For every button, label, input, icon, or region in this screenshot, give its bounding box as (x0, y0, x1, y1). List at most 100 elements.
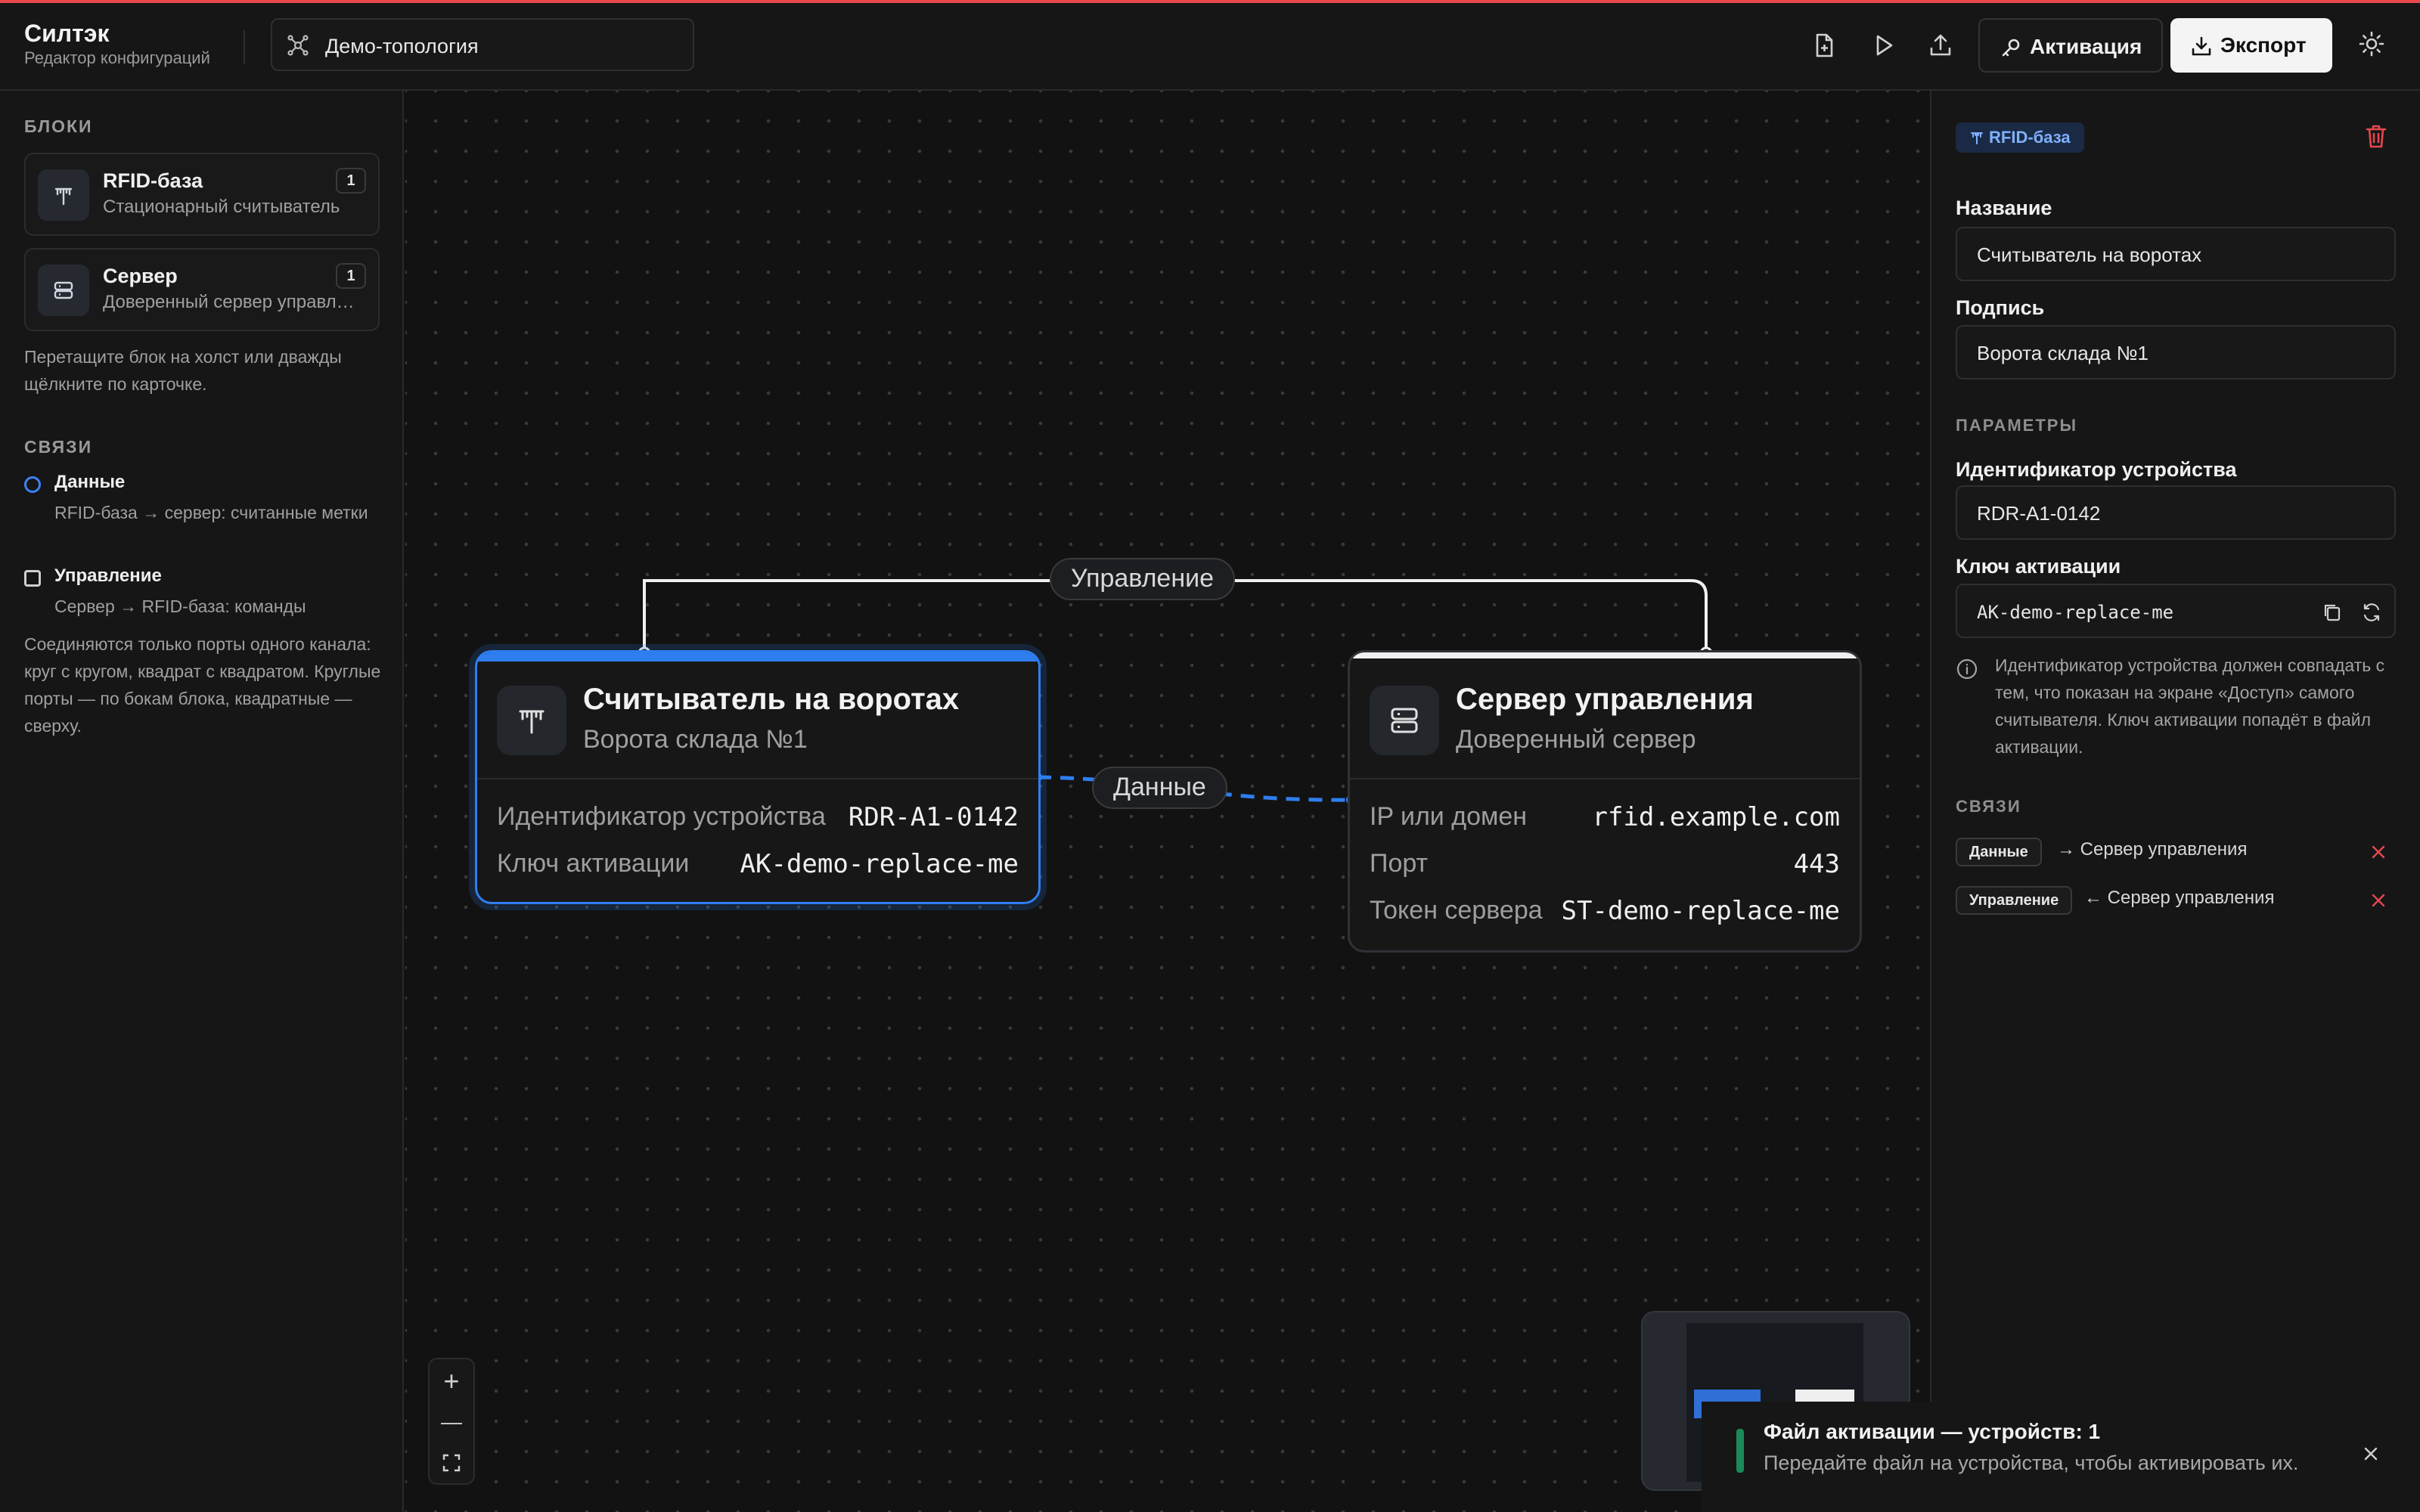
copy-icon[interactable] (2320, 600, 2344, 624)
links-hint: Соединяются только порты одного канала: … (24, 634, 381, 736)
link-type-name: Данные (54, 472, 126, 492)
play-icon[interactable] (1868, 30, 1898, 60)
node-type-label: RFID-база (1989, 128, 2071, 147)
node-field-row: Токен сервера ST-demo-replace-me (1370, 896, 1840, 934)
toast-status-bar (1736, 1429, 1744, 1473)
node-field-value: AK-demo-replace-me (740, 849, 1019, 879)
device-id-label: Идентификатор устройства (1956, 458, 2237, 481)
block-count-badge: 1 (336, 263, 366, 289)
app-header: Силтэк Редактор конфигураций Демо-тополо… (0, 3, 2420, 91)
node-field-row: Порт 443 (1370, 849, 1840, 887)
new-file-icon[interactable] (1809, 30, 1839, 60)
circle-port-icon (24, 476, 41, 493)
block-card-desc: Стационарный считыватель (103, 197, 340, 217)
info-text: Идентификатор устройства должен совпадат… (1995, 655, 2385, 757)
node-field-key: IP или домен (1370, 802, 1528, 831)
topology-icon (287, 35, 309, 56)
block-card-rfid[interactable]: RFID-база Стационарный считыватель 1 (24, 153, 380, 236)
block-count-badge: 1 (336, 168, 366, 194)
node-title: Считыватель на воротах (583, 683, 960, 716)
zoom-controls: + — (428, 1358, 475, 1485)
app-title: Силтэк (24, 20, 110, 47)
activation-key-input[interactable]: AK-demo-replace-me (1956, 584, 2396, 638)
app-subtitle: Редактор конфигураций (24, 48, 210, 67)
device-id-value: RDR-A1-0142 (1977, 502, 2101, 525)
blocks-section-title: БЛОКИ (24, 116, 93, 136)
node-field-row: Ключ активации AK-demo-replace-me (497, 849, 1019, 887)
toast-description: Передайте файл на устройства, чтобы акти… (1764, 1452, 2299, 1474)
node-subtitle: Ворота склада №1 (583, 725, 808, 754)
node-field-value: ST-demo-replace-me (1561, 896, 1840, 926)
edge-label-control[interactable]: Управление (1050, 558, 1236, 600)
server-icon (1370, 686, 1439, 755)
remove-link-icon[interactable] (2369, 842, 2388, 862)
caption-input[interactable]: Ворота склада №1 (1956, 325, 2396, 380)
trash-icon[interactable] (2364, 122, 2388, 150)
refresh-icon[interactable] (2360, 600, 2384, 624)
activate-button[interactable]: Активация (1978, 18, 2163, 73)
name-input-value: Считыватель на воротах (1977, 243, 2202, 266)
link-target: ← Сервер управления (2084, 888, 2275, 908)
antenna-icon (497, 686, 566, 755)
link-target: → Сервер управления (2057, 839, 2248, 860)
toast-title: Файл активации — устройств: 1 (1764, 1420, 2101, 1443)
node-field-row: Идентификатор устройства RDR-A1-0142 (497, 802, 1019, 840)
square-port-icon (24, 570, 41, 587)
project-name-field[interactable]: Демо-топология (271, 18, 694, 71)
blocks-hint: Перетащите блок на холст или дважды щёлк… (24, 347, 342, 394)
node-field-key: Идентификатор устройства (497, 802, 826, 831)
node-link-row: Данные → Сервер управления (1956, 838, 2396, 868)
close-icon[interactable] (2360, 1442, 2382, 1465)
device-id-input[interactable]: RDR-A1-0142 (1956, 485, 2396, 540)
node-divider (477, 778, 1038, 779)
topology-canvas[interactable]: Управление Данные Считыватель на воротах… (405, 91, 1928, 1512)
link-type-pill: Управление (1956, 886, 2073, 915)
activation-key-label: Ключ активации (1956, 555, 2121, 578)
node-server[interactable]: Сервер управления Доверенный сервер IP и… (1348, 650, 1862, 953)
node-field-value: RDR-A1-0142 (848, 802, 1019, 832)
inspector-panel: RFID-база Название Считыватель на ворота… (1930, 91, 2420, 1512)
node-type-tag: RFID-база (1956, 122, 2084, 153)
upload-icon[interactable] (1925, 30, 1956, 60)
node-reader[interactable]: Считыватель на воротах Ворота склада №1 … (475, 650, 1041, 904)
activation-key-value: AK-demo-replace-me (1977, 602, 2174, 623)
export-button-label: Экспорт (2220, 33, 2307, 57)
zoom-out-button[interactable]: — (430, 1402, 473, 1442)
params-section-title: ПАРАМЕТРЫ (1956, 416, 2077, 435)
export-button[interactable]: Экспорт (2170, 18, 2332, 73)
project-name: Демо-топология (325, 35, 479, 57)
node-links-section-title: СВЯЗИ (1956, 797, 2021, 816)
fit-view-icon (442, 1454, 461, 1472)
activate-button-label: Активация (2030, 35, 2142, 58)
node-field-value: rfid.example.com (1592, 802, 1840, 832)
links-section-title: СВЯЗИ (24, 437, 93, 457)
node-field-row: IP или домен rfid.example.com (1370, 802, 1840, 840)
activation-toast: Файл активации — устройств: 1 Передайте … (1702, 1402, 2420, 1512)
header-divider (244, 30, 245, 64)
sun-icon[interactable] (2356, 29, 2387, 59)
node-field-key: Порт (1370, 849, 1429, 878)
left-sidebar: БЛОКИ RFID-база Стационарный считыватель… (0, 91, 404, 1512)
node-link-row: Управление ← Сервер управления (1956, 886, 2396, 916)
block-card-name: RFID-база (103, 169, 203, 192)
remove-link-icon[interactable] (2369, 891, 2388, 910)
antenna-icon (1971, 132, 1983, 144)
download-icon (2192, 36, 2211, 56)
node-field-key: Ключ активации (497, 849, 690, 878)
block-card-desc: Доверенный сервер управления (103, 292, 360, 312)
name-input[interactable]: Считыватель на воротах (1956, 227, 2396, 281)
antenna-icon (38, 169, 89, 221)
link-type-pill: Данные (1956, 838, 2042, 866)
fit-view-button[interactable] (430, 1442, 473, 1483)
name-label: Название (1956, 197, 2052, 219)
zoom-in-button[interactable]: + (430, 1361, 473, 1402)
node-field-key: Токен сервера (1370, 896, 1543, 925)
node-field-value: 443 (1793, 849, 1840, 879)
link-type-desc: RFID-база → сервер: считанные метки (54, 503, 368, 522)
block-card-server[interactable]: Сервер Доверенный сервер управления 1 (24, 248, 380, 331)
block-card-name: Сервер (103, 265, 178, 287)
info-icon (1956, 658, 1978, 680)
caption-input-value: Ворота склада №1 (1977, 342, 2149, 364)
key-icon (2002, 39, 2020, 57)
edge-label-data[interactable]: Данные (1092, 767, 1227, 809)
